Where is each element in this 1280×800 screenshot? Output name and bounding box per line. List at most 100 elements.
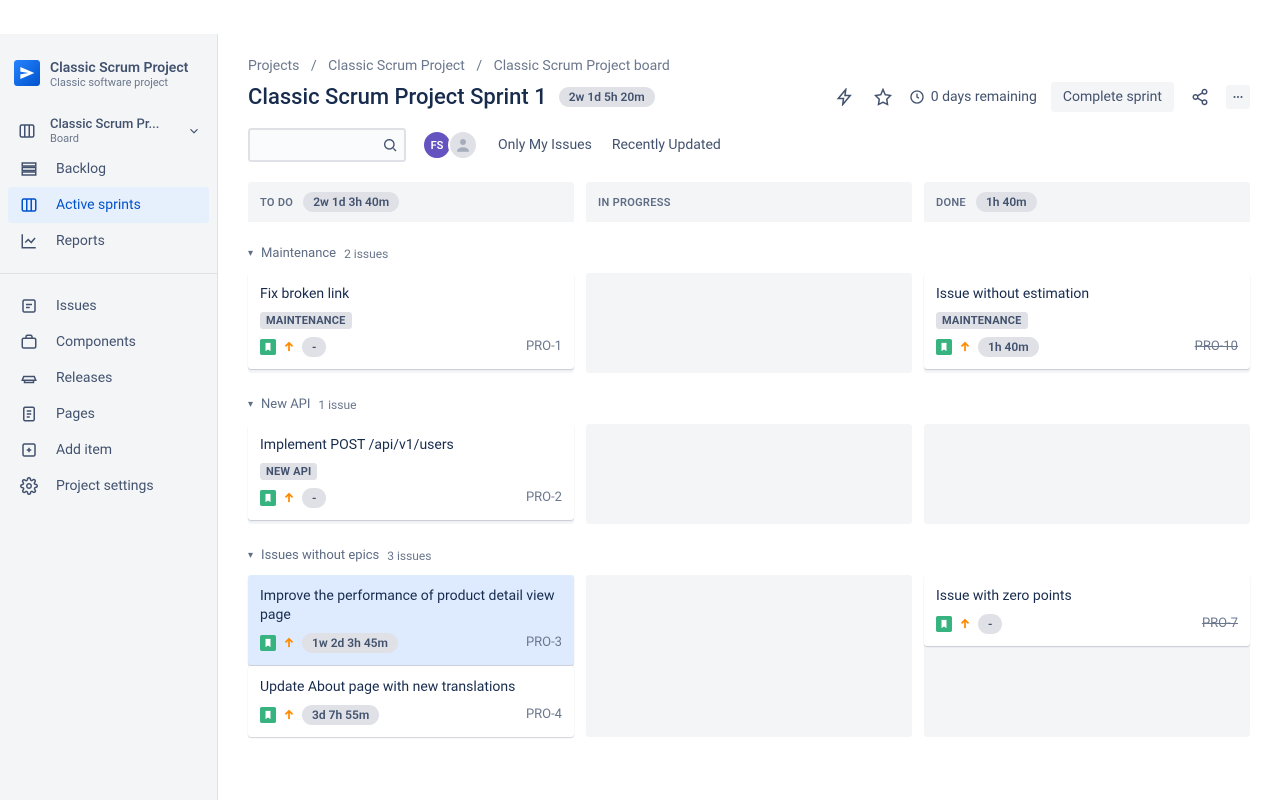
search-input[interactable] <box>248 128 406 162</box>
column-title: IN PROGRESS <box>598 196 671 209</box>
epic-tag[interactable]: NEW API <box>260 463 317 480</box>
sidebar-item-settings[interactable]: Project settings <box>8 468 209 504</box>
swimlane-name: New API <box>261 397 310 412</box>
sidebar-item-pages[interactable]: Pages <box>8 396 209 432</box>
backlog-icon <box>18 160 40 178</box>
board-cell[interactable] <box>924 424 1250 524</box>
time-estimate: 1w 2d 3h 45m <box>302 633 398 653</box>
swimlane-count: 1 issue <box>318 398 356 412</box>
issue-card[interactable]: Fix broken link MAINTENANCE - PRO-1 <box>248 273 574 369</box>
sidebar-item-releases[interactable]: Releases <box>8 360 209 396</box>
card-title: Fix broken link <box>260 285 562 304</box>
issue-key[interactable]: PRO-10 <box>1195 339 1238 354</box>
priority-icon <box>282 636 296 650</box>
sidebar-item-components[interactable]: Components <box>8 324 209 360</box>
column-title: DONE <box>936 196 966 209</box>
main-content: Projects / Classic Scrum Project / Class… <box>218 34 1280 800</box>
board-cell[interactable]: Implement POST /api/v1/users NEW API - PRO-… <box>248 424 574 524</box>
issue-key[interactable]: PRO-4 <box>526 707 562 722</box>
swimlane-header[interactable]: ▾ Maintenance 2 issues <box>248 246 1250 261</box>
story-icon <box>260 490 276 506</box>
time-estimate: 3d 7h 55m <box>302 705 379 725</box>
filter-recently-updated[interactable]: Recently Updated <box>612 137 721 153</box>
priority-icon <box>282 708 296 722</box>
share-icon[interactable] <box>1188 85 1212 109</box>
time-estimate: - <box>302 337 326 357</box>
time-estimate: 1h 40m <box>978 337 1039 357</box>
swimlane-count: 2 issues <box>344 247 388 261</box>
board-icon <box>16 120 38 142</box>
card-title: Implement POST /api/v1/users <box>260 436 562 455</box>
breadcrumb: Projects / Classic Scrum Project / Class… <box>248 58 1250 74</box>
issue-key[interactable]: PRO-7 <box>1202 616 1238 631</box>
epic-tag[interactable]: MAINTENANCE <box>936 312 1028 329</box>
board-cell[interactable] <box>586 575 912 737</box>
issue-card[interactable]: Improve the performance of product detai… <box>248 575 574 665</box>
priority-icon <box>958 617 972 631</box>
swimlane-header[interactable]: ▾ Issues without epics 3 issues <box>248 548 1250 563</box>
star-icon[interactable] <box>871 85 895 109</box>
sidebar-item-issues[interactable]: Issues <box>8 288 209 324</box>
avatar-unassigned[interactable] <box>448 130 478 160</box>
issue-card[interactable]: Issue without estimationMAINTENANCE1h 40… <box>924 273 1250 369</box>
breadcrumb-project[interactable]: Classic Scrum Project <box>328 58 465 74</box>
swimlane-name: Issues without epics <box>261 548 379 563</box>
board-cell[interactable]: Fix broken link MAINTENANCE - PRO-1 <box>248 273 574 373</box>
add-icon <box>18 441 40 459</box>
column-header: DONE 1h 40m <box>924 182 1250 222</box>
reports-icon <box>18 232 40 250</box>
page-title: Classic Scrum Project Sprint 1 <box>248 85 547 110</box>
priority-icon <box>282 340 296 354</box>
board-cell[interactable]: Issue without estimationMAINTENANCE1h 40… <box>924 273 1250 373</box>
sidebar-item-backlog[interactable]: Backlog <box>8 151 209 187</box>
priority-icon <box>282 491 296 505</box>
epic-tag[interactable]: MAINTENANCE <box>260 312 352 329</box>
project-header[interactable]: Classic Scrum Project Classic software p… <box>0 54 217 107</box>
sidebar-item-active-sprints[interactable]: Active sprints <box>8 187 209 223</box>
gear-icon <box>18 477 40 495</box>
pages-icon <box>18 405 40 423</box>
board-cell[interactable] <box>586 424 912 524</box>
story-icon <box>936 616 952 632</box>
project-name: Classic Scrum Project <box>50 60 188 76</box>
filter-only-my[interactable]: Only My Issues <box>498 137 592 153</box>
chevron-down-icon: ▾ <box>248 248 253 259</box>
story-icon <box>260 339 276 355</box>
breadcrumb-board[interactable]: Classic Scrum Project board <box>494 58 670 74</box>
releases-icon <box>18 369 40 387</box>
chevron-down-icon: ▾ <box>248 550 253 561</box>
board-cell[interactable] <box>586 273 912 373</box>
board-cell[interactable]: Issue with zero points-PRO-7 <box>924 575 1250 737</box>
assignee-filter[interactable]: FS <box>426 130 478 160</box>
card-title: Improve the performance of product detai… <box>260 587 562 625</box>
column-time-badge: 2w 1d 3h 40m <box>303 192 399 212</box>
breadcrumb-projects[interactable]: Projects <box>248 58 299 74</box>
swimlane-name: Maintenance <box>261 246 336 261</box>
issue-key[interactable]: PRO-3 <box>526 635 562 650</box>
automation-icon[interactable] <box>833 85 857 109</box>
time-estimate: - <box>302 488 326 508</box>
project-type: Classic software project <box>50 76 188 89</box>
chevron-down-icon: ▾ <box>248 399 253 410</box>
column-time-badge: 1h 40m <box>976 192 1037 212</box>
issue-key[interactable]: PRO-2 <box>526 490 562 505</box>
swimlane-count: 3 issues <box>387 549 431 563</box>
swimlane-header[interactable]: ▾ New API 1 issue <box>248 397 1250 412</box>
issue-card[interactable]: Issue with zero points-PRO-7 <box>924 575 1250 646</box>
board-switcher[interactable]: Classic Scrum Pr... Board <box>8 111 209 151</box>
complete-sprint-button[interactable]: Complete sprint <box>1051 82 1174 112</box>
story-icon <box>260 635 276 651</box>
card-title: Update About page with new translations <box>260 678 562 697</box>
issue-card[interactable]: Implement POST /api/v1/users NEW API - PRO-… <box>248 424 574 520</box>
search-icon <box>382 137 398 153</box>
card-title: Issue with zero points <box>936 587 1238 606</box>
more-icon[interactable] <box>1226 85 1250 109</box>
chevron-down-icon <box>187 124 201 138</box>
issue-card[interactable]: Update About page with new translations 3… <box>248 666 574 737</box>
sidebar-item-add[interactable]: Add item <box>8 432 209 468</box>
issue-key[interactable]: PRO-1 <box>526 339 562 354</box>
board: TO DO2w 1d 3h 40mIN PROGRESSDONE1h 40m▾M… <box>248 182 1250 737</box>
sprints-icon <box>18 196 40 214</box>
board-cell[interactable]: Improve the performance of product detai… <box>248 575 574 737</box>
sidebar-item-reports[interactable]: Reports <box>8 223 209 259</box>
